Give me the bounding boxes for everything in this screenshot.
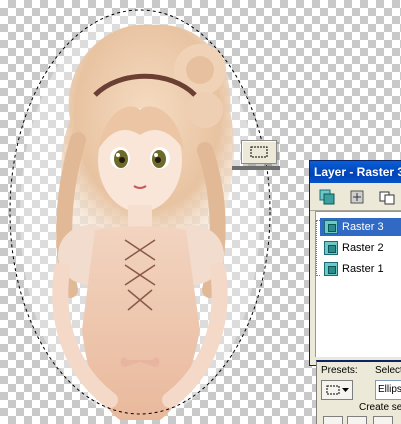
layer-toolbar — [310, 183, 401, 211]
rectangle-selection-icon — [250, 146, 268, 158]
layer-properties-icon — [350, 190, 364, 203]
layer-row-raster-2[interactable]: Raster 2 — [320, 239, 401, 257]
layer-name: Raster 1 — [342, 263, 384, 275]
selection-shape-select[interactable]: Ellips — [375, 380, 401, 400]
layer-row-raster-3[interactable]: Raster 3 — [320, 218, 401, 236]
rectangle-preset-icon — [326, 385, 339, 395]
layer-list: Raster 3 Raster 2 Raster 1 — [315, 211, 401, 357]
layer-name: Raster 2 — [342, 242, 384, 254]
selection-mode-button[interactable] — [347, 416, 367, 424]
layer-name: Raster 3 — [342, 221, 384, 233]
new-layer-button[interactable] — [316, 186, 338, 208]
layer-thumbnail-icon — [324, 241, 338, 255]
selection-type-label: Selecti — [375, 365, 401, 376]
layer-row-raster-1[interactable]: Raster 1 — [320, 260, 401, 278]
layer-thumbnail-icon — [324, 262, 338, 276]
create-selection-label: Create sel — [359, 402, 401, 413]
layer-thumbnail-icon — [324, 220, 338, 234]
mini-tool-shadow — [232, 166, 280, 170]
new-raster-layer-icon — [319, 189, 335, 204]
selection-mode-button[interactable] — [323, 416, 343, 424]
duplicate-layer-button[interactable] — [376, 186, 398, 208]
layer-palette: Layer - Raster 3 Raster 3 Raster 2 Raste… — [309, 160, 401, 366]
presets-dropdown[interactable] — [321, 380, 353, 400]
presets-label: Presets: — [321, 365, 358, 376]
tool-options-palette: Presets: Selecti Ellips Create sel — [316, 360, 401, 424]
rectangle-selection-button[interactable] — [241, 140, 277, 164]
layer-palette-title[interactable]: Layer - Raster 3 — [310, 161, 401, 183]
chevron-down-icon — [341, 387, 349, 392]
layer-properties-button[interactable] — [346, 186, 368, 208]
duplicate-layer-icon — [379, 191, 395, 204]
selection-mode-button[interactable] — [373, 416, 393, 424]
